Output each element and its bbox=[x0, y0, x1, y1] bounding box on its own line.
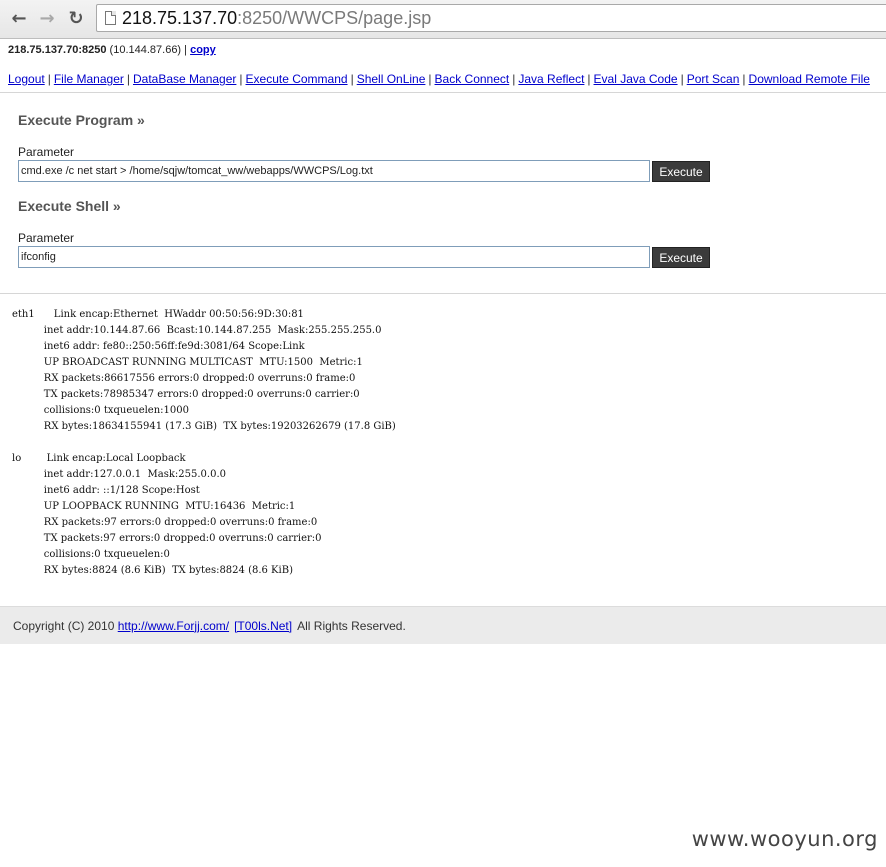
forjj-link[interactable]: http://www.Forjj.com/ bbox=[118, 619, 229, 633]
host-address: 218.75.137.70:8250 bbox=[8, 44, 107, 56]
menu-separator: | bbox=[126, 72, 130, 86]
menu-separator: | bbox=[587, 72, 591, 86]
menu-separator: | bbox=[47, 72, 51, 86]
menu-download-remote-file[interactable]: Download Remote File bbox=[749, 72, 870, 86]
divider bbox=[0, 293, 886, 294]
reload-icon: ↻ bbox=[68, 7, 84, 29]
address-bar[interactable]: 218.75.137.70:8250/WWCPS/page.jsp bbox=[96, 4, 886, 32]
menu-logout[interactable]: Logout bbox=[8, 72, 45, 86]
forward-button[interactable]: → bbox=[36, 7, 58, 29]
watermark: www.wooyun.org bbox=[691, 827, 878, 851]
footer: Copyright (C) 2010 http://www.Forjj.com/… bbox=[0, 606, 886, 644]
menu-java-reflect[interactable]: Java Reflect bbox=[518, 72, 584, 86]
menu-separator: | bbox=[350, 72, 354, 86]
url-host: 218.75.137.70 bbox=[122, 7, 238, 28]
reload-button[interactable]: ↻ bbox=[65, 7, 87, 29]
internal-ip: (10.144.87.66) | bbox=[106, 44, 191, 56]
host-info: 218.75.137.70:8250 (10.144.87.66) | copy bbox=[8, 44, 216, 56]
menu-separator: | bbox=[680, 72, 684, 86]
execute-shell-button[interactable]: Execute bbox=[652, 247, 710, 268]
shell-parameter-label: Parameter bbox=[18, 231, 75, 245]
command-output: eth1 Link encap:Ethernet HWaddr 00:50:56… bbox=[12, 309, 396, 576]
menu-separator: | bbox=[239, 72, 243, 86]
arrow-left-icon: ← bbox=[11, 7, 27, 29]
menu-separator: | bbox=[512, 72, 516, 86]
execute-program-button[interactable]: Execute bbox=[652, 161, 710, 182]
back-button[interactable]: ← bbox=[8, 7, 30, 29]
rights-text: All Rights Reserved. bbox=[297, 618, 406, 633]
t00ls-link[interactable]: [T00ls.Net] bbox=[234, 619, 292, 633]
execute-shell-title: Execute Shell » bbox=[18, 198, 121, 214]
menu-back-connect[interactable]: Back Connect bbox=[435, 72, 510, 86]
function-menu: Logout | File Manager | DataBase Manager | Exe… bbox=[8, 72, 886, 86]
program-parameter-input[interactable] bbox=[18, 160, 650, 182]
menu-port-scan[interactable]: Port Scan bbox=[687, 72, 740, 86]
execute-program-title: Execute Program » bbox=[18, 112, 145, 128]
divider bbox=[0, 92, 886, 93]
page-icon bbox=[105, 11, 116, 25]
menu-database-manager[interactable]: DataBase Manager bbox=[133, 72, 236, 86]
url-path: :8250/WWCPS/page.jsp bbox=[237, 7, 432, 28]
copy-link[interactable]: copy bbox=[190, 44, 216, 56]
arrow-right-icon: → bbox=[39, 7, 55, 29]
program-parameter-label: Parameter bbox=[18, 145, 75, 159]
browser-toolbar: ← → ↻ 218.75.137.70:8250/WWCPS/page.jsp bbox=[0, 0, 886, 39]
menu-separator: | bbox=[742, 72, 746, 86]
menu-file-manager[interactable]: File Manager bbox=[54, 72, 124, 86]
menu-execute-command[interactable]: Execute Command bbox=[246, 72, 348, 86]
copyright-text: Copyright (C) 2010 bbox=[13, 618, 118, 633]
menu-shell-online[interactable]: Shell OnLine bbox=[357, 72, 426, 86]
menu-eval-java-code[interactable]: Eval Java Code bbox=[594, 72, 678, 86]
shell-parameter-input[interactable] bbox=[18, 246, 650, 268]
menu-separator: | bbox=[428, 72, 432, 86]
